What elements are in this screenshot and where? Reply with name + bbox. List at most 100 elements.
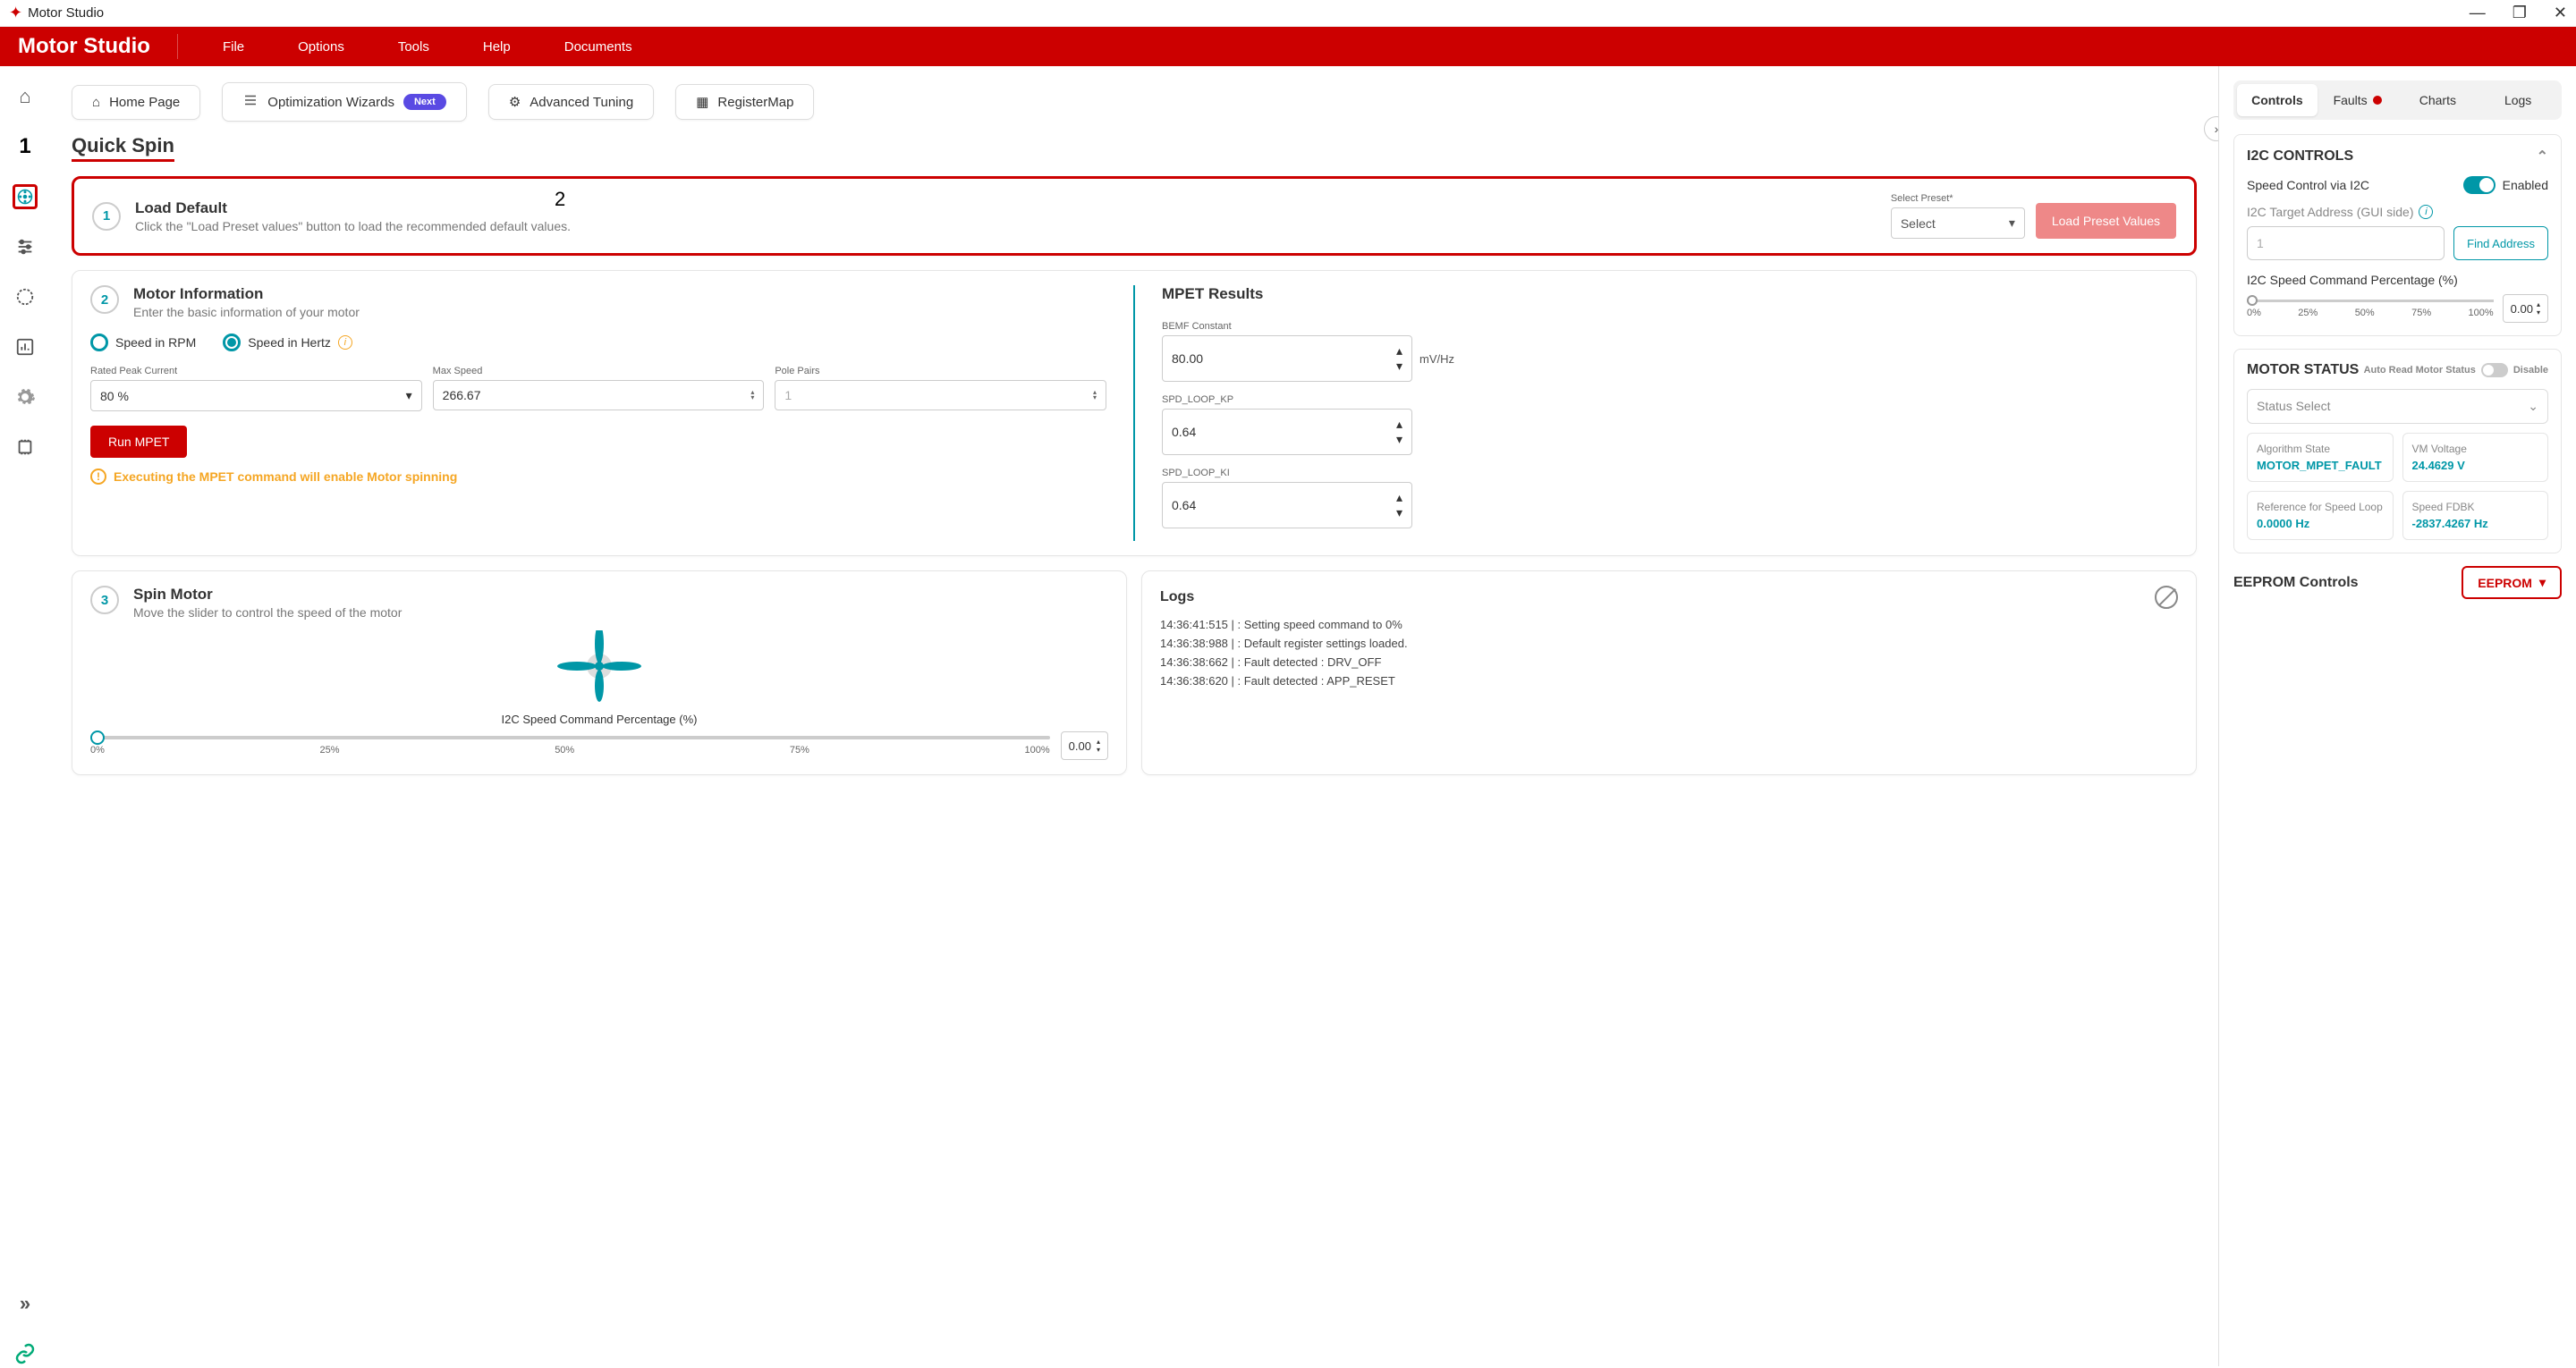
i2c-value-input[interactable]: 0.00 ▴▾: [2503, 294, 2548, 323]
log-line: 14:36:38:620 | : Fault detected : APP_RE…: [1160, 674, 2178, 688]
i2c-slider[interactable]: [2247, 300, 2494, 302]
stepper-icon[interactable]: ▴▾: [1097, 738, 1100, 754]
i2c-tick-75: 75%: [2411, 308, 2431, 318]
radio-hz-icon: [223, 334, 241, 351]
tab-advanced-tuning[interactable]: ⚙ Advanced Tuning: [488, 84, 654, 120]
step-1-number: 1: [92, 202, 121, 231]
radio-speed-rpm[interactable]: Speed in RPM: [90, 334, 196, 351]
radio-speed-hertz[interactable]: Speed in Hertz i: [223, 334, 352, 351]
stepper-icon[interactable]: ▴▾: [1396, 417, 1402, 447]
expand-icon[interactable]: »: [13, 1291, 38, 1316]
i2c-tick-50: 50%: [2355, 308, 2375, 318]
auto-read-toggle[interactable]: [2481, 363, 2508, 377]
right-panel: Controls Faults Charts Logs I2C CONTROLS…: [2218, 66, 2576, 1366]
panel-toggle-icon[interactable]: ›: [2204, 116, 2218, 141]
i2c-tick-0: 0%: [2247, 308, 2261, 318]
eeprom-button[interactable]: EEPROM ▾: [2462, 566, 2562, 599]
menu-documents[interactable]: Documents: [564, 39, 632, 55]
gear-tab-icon: ⚙: [509, 94, 521, 110]
i2c-pct-label: I2C Speed Command Percentage (%): [2247, 273, 2548, 287]
speed-control-toggle[interactable]: [2463, 176, 2496, 194]
tab-home-page[interactable]: ⌂ Home Page: [72, 85, 200, 120]
status-select[interactable]: Status Select ⌄: [2247, 389, 2548, 424]
stepper-icon[interactable]: ▴▾: [750, 390, 754, 401]
sliders-icon[interactable]: [13, 234, 38, 259]
minimize-icon[interactable]: —: [2470, 4, 2486, 22]
step-1-desc: Click the "Load Preset values" button to…: [135, 219, 571, 233]
rtab-charts[interactable]: Charts: [2398, 84, 2479, 116]
chip-icon[interactable]: [13, 435, 38, 460]
tab-optimization-wizards[interactable]: Optimization Wizards Next: [222, 82, 467, 122]
next-badge: Next: [403, 94, 446, 110]
bemf-input[interactable]: 80.00 ▴▾: [1162, 335, 1412, 382]
run-mpet-button[interactable]: Run MPET: [90, 426, 187, 458]
i2c-slider-thumb[interactable]: [2247, 295, 2258, 306]
stepper-icon[interactable]: ▴▾: [1396, 343, 1402, 374]
log-line: 14:36:38:662 | : Fault detected : DRV_OF…: [1160, 655, 2178, 669]
rtab-faults[interactable]: Faults: [2318, 84, 2398, 116]
disable-label: Disable: [2513, 365, 2548, 376]
spin-value-input[interactable]: 0.00 ▴▾: [1061, 731, 1108, 760]
speed-control-label: Speed Control via I2C: [2247, 178, 2369, 192]
rated-peak-value: 80 %: [100, 389, 129, 403]
gear-icon[interactable]: [13, 384, 38, 410]
status-speed-fdbk: Speed FDBK -2837.4267 Hz: [2402, 491, 2549, 540]
find-address-button[interactable]: Find Address: [2453, 226, 2548, 260]
slider-thumb[interactable]: [90, 730, 105, 745]
menu-tools[interactable]: Tools: [398, 39, 429, 55]
quickspin-icon[interactable]: [13, 184, 38, 209]
mpet-results-title: MPET Results: [1162, 285, 2178, 303]
status-vm-voltage: VM Voltage 24.4629 V: [2402, 433, 2549, 482]
info-icon[interactable]: i: [2419, 205, 2433, 219]
info-icon[interactable]: i: [338, 335, 352, 350]
chevron-up-icon[interactable]: ⌃: [2537, 148, 2548, 165]
step-2-title: Motor Information: [133, 285, 360, 303]
stepper-icon[interactable]: ▴▾: [1396, 490, 1402, 520]
stepper-icon[interactable]: ▴▾: [2537, 300, 2540, 317]
maximize-icon[interactable]: ❐: [2512, 4, 2527, 22]
i2c-title: I2C CONTROLS: [2247, 148, 2353, 165]
max-speed-value: 266.67: [443, 388, 481, 402]
chevron-down-icon: ▾: [406, 388, 412, 403]
log-line: 14:36:41:515 | : Setting speed command t…: [1160, 618, 2178, 631]
motor-status-section: MOTOR STATUS Auto Read Motor Status Disa…: [2233, 349, 2562, 553]
link-icon[interactable]: [13, 1341, 38, 1366]
max-speed-input[interactable]: 266.67 ▴▾: [433, 380, 765, 410]
chevron-down-icon: ▾: [2539, 575, 2546, 590]
menubar: Motor Studio File Options Tools Help Doc…: [0, 27, 2576, 66]
rtab-controls[interactable]: Controls: [2237, 84, 2318, 116]
tab-register-map[interactable]: ▦ RegisterMap: [675, 84, 814, 120]
rated-label: Rated Peak Current: [90, 366, 422, 376]
close-icon[interactable]: ✕: [2554, 4, 2567, 22]
tab-advanced-label: Advanced Tuning: [530, 95, 633, 110]
algo-label: Algorithm State: [2257, 443, 2384, 455]
main-content: ⌂ Home Page Optimization Wizards Next ⚙ …: [50, 66, 2218, 1366]
rtab-logs[interactable]: Logs: [2478, 84, 2558, 116]
ref-label: Reference for Speed Loop: [2257, 501, 2384, 513]
menu-help[interactable]: Help: [483, 39, 511, 55]
menu-options[interactable]: Options: [298, 39, 344, 55]
home-icon[interactable]: ⌂: [13, 84, 38, 109]
divider: [1133, 285, 1135, 541]
preset-select[interactable]: Select ▾: [1891, 207, 2025, 239]
sliders-tab-icon: [242, 92, 258, 112]
pole-pairs-input[interactable]: 1 ▴▾: [775, 380, 1106, 410]
clear-logs-icon[interactable]: [2155, 586, 2178, 609]
spin-slider[interactable]: [90, 736, 1050, 739]
status-algorithm: Algorithm State MOTOR_MPET_FAULT: [2247, 433, 2394, 482]
step-1-title: Load Default: [135, 199, 571, 217]
ki-input[interactable]: 0.64 ▴▾: [1162, 482, 1412, 528]
chevron-down-icon: ⌄: [2528, 399, 2538, 414]
load-preset-button[interactable]: Load Preset Values: [2036, 203, 2176, 239]
warning-text: Executing the MPET command will enable M…: [114, 469, 457, 484]
kp-input[interactable]: 0.64 ▴▾: [1162, 409, 1412, 455]
menu-file[interactable]: File: [223, 39, 244, 55]
log-line: 14:36:38:988 | : Default register settin…: [1160, 637, 2178, 650]
app-title: Motor Studio: [28, 5, 104, 21]
i2c-address-input[interactable]: 1: [2247, 226, 2445, 260]
rated-peak-select[interactable]: 80 % ▾: [90, 380, 422, 411]
chart-icon[interactable]: [13, 334, 38, 359]
rotation-icon[interactable]: [13, 284, 38, 309]
stepper-icon[interactable]: ▴▾: [1093, 390, 1097, 401]
ki-value: 0.64: [1172, 498, 1196, 512]
